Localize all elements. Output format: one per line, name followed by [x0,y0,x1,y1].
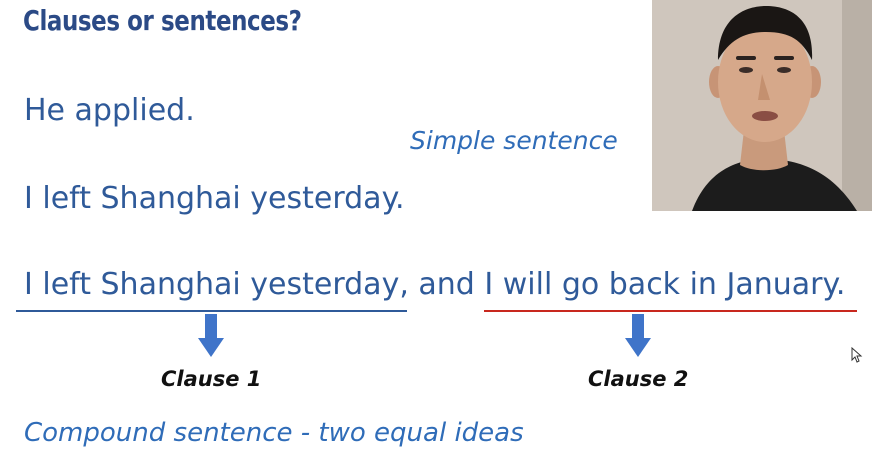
clause-1-underline [16,310,407,312]
mouse-pointer-icon [851,347,863,363]
annotation-compound-sentence: Compound sentence - two equal ideas [24,418,524,448]
arrow-down-icon [198,314,224,357]
arrow-down-icon [625,314,651,357]
annotation-simple-sentence: Simple sentence [410,126,618,155]
clause-2-label: Clause 2 [588,367,689,391]
sentence-compound: I left Shanghai yesterday, and I will go… [24,267,846,302]
sentence-simple-1: He applied. [24,93,195,128]
clause-1-label: Clause 1 [161,367,262,391]
sentence-simple-2: I left Shanghai yesterday. [24,181,405,216]
clause-2-underline [484,310,857,312]
slide-title: Clauses or sentences? [23,4,302,37]
presenter-webcam-video [652,0,872,211]
presenter-image [652,0,872,211]
